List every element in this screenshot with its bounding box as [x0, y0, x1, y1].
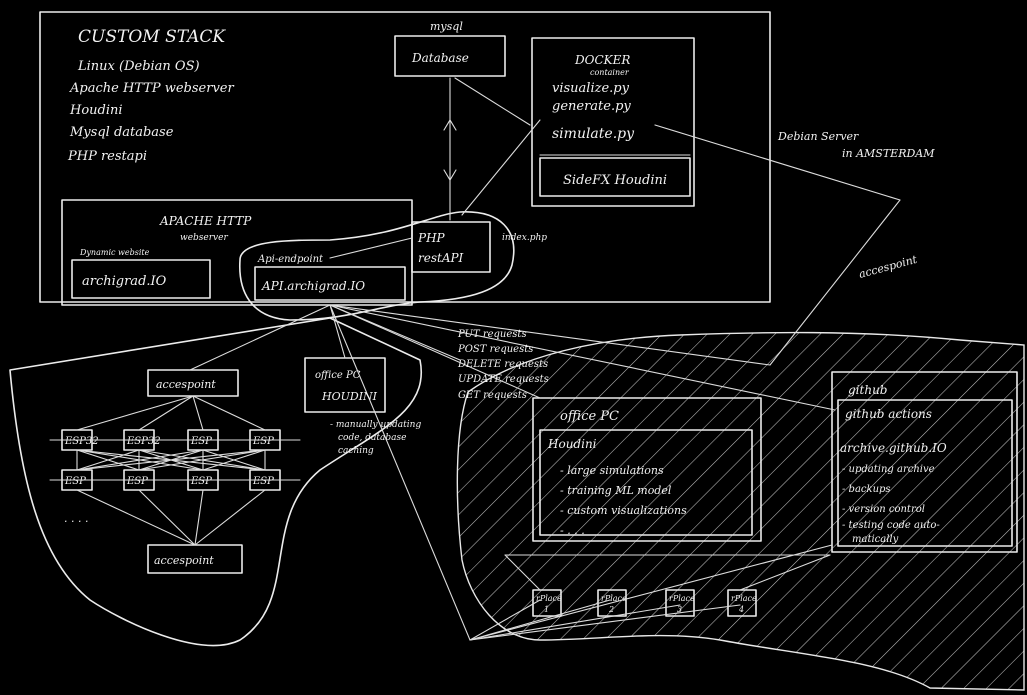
github-item-2: - backups	[842, 484, 891, 495]
website-caption: Dynamic website	[79, 248, 150, 257]
stack-texts: CUSTOM STACK Linux (Debian OS) Apache HT…	[67, 27, 234, 164]
apache-title: APACHE HTTP	[159, 214, 252, 228]
request-delete: DELETE requests	[457, 359, 548, 370]
esp-node-label: ESP	[190, 476, 212, 487]
stack-item-2: Apache HTTP webserver	[69, 81, 234, 96]
office-small-note-3: caching	[338, 446, 374, 456]
office-small-line1: office PC	[315, 370, 361, 381]
apache-subtitle: webserver	[180, 233, 228, 243]
office-small-line2: HOUDINI	[321, 390, 378, 403]
docker-title: DOCKER	[574, 53, 630, 67]
office-big-task-3: - custom visualizations	[560, 504, 687, 517]
accesspoint-bottom-label: accespoint	[154, 554, 214, 567]
esp-node-label: ESP	[126, 476, 148, 487]
rplace-node-label: rPlace	[536, 594, 562, 603]
docker-file-3: simulate.py	[552, 126, 635, 142]
request-put: PUT requests	[457, 329, 527, 340]
office-big-task-1: - large simulations	[560, 464, 664, 477]
office-big-task-4: - . . .	[560, 524, 585, 537]
github-item-3: - version control	[842, 504, 925, 515]
esp-node-label: ESP	[64, 476, 86, 487]
request-update: UPDATE requests	[458, 374, 549, 385]
server-label-2: in AMSTERDAM	[842, 147, 935, 160]
php-file: index.php	[502, 233, 547, 243]
github-item-5: matically	[852, 534, 899, 545]
request-get: GET requests	[458, 390, 527, 401]
website-label: archigrad.IO	[82, 274, 167, 289]
github-item-1: - updating archive	[842, 464, 935, 475]
docker-file-1: visualize.py	[552, 81, 630, 96]
php-label-2: restAPI	[418, 251, 464, 265]
github-actions: github actions	[845, 407, 932, 421]
office-big-houdini: Houdini	[547, 437, 597, 451]
office-small-note-2: code, database	[338, 433, 406, 443]
esp-node-label: ESP32	[126, 436, 161, 447]
api-lasso	[239, 211, 515, 321]
custom-stack-frame	[39, 11, 771, 303]
request-post: POST requests	[457, 344, 533, 355]
stack-item-1: Linux (Debian OS)	[77, 59, 200, 74]
stack-title: CUSTOM STACK	[78, 27, 226, 47]
server-accesspoint: accespoint	[857, 253, 919, 281]
stack-item-3: Houdini	[69, 103, 123, 118]
rplace-node-number: 4	[738, 605, 744, 614]
hatched-region	[456, 331, 1025, 691]
esp-node-label: ESP	[252, 476, 274, 487]
docker-subtitle: container	[590, 68, 630, 77]
accesspoint-top-label: accespoint	[156, 378, 216, 391]
office-big-title: office PC	[560, 409, 619, 424]
office-small-note-1: - manually updating	[330, 420, 421, 430]
rplace-node-number: 1	[544, 605, 549, 614]
github-item-4: - testing code auto-	[842, 520, 940, 531]
rplace-node-label: rPlace	[669, 594, 695, 603]
mysql-label: mysql	[430, 20, 463, 33]
sidefx-label: SideFX Houdini	[563, 173, 667, 188]
esp-node-label: ESP	[190, 436, 212, 447]
office-small-box	[304, 357, 386, 413]
php-label-1: PHP	[417, 231, 446, 245]
docker-file-2: generate.py	[552, 99, 631, 114]
stack-item-4: Mysql database	[69, 125, 174, 140]
esp-node-label: ESP	[252, 436, 274, 447]
office-big-task-2: - training ML model	[560, 484, 672, 497]
api-label: API.archigrad.IO	[261, 279, 365, 293]
rplace-node-number: 2	[608, 605, 614, 614]
esp-more: . . . .	[64, 512, 88, 525]
server-label-1: Debian Server	[777, 130, 859, 143]
stack-item-5: PHP restapi	[67, 149, 147, 164]
esp-node-label: ESP32	[64, 436, 99, 447]
api-caption: Api-endpoint	[257, 254, 324, 265]
github-site: archive.github.IO	[840, 441, 947, 455]
architecture-sketch: ESP32 ESP32 ESP ESP ESP ESP ESP ESP rPlace 1 rPla…	[9, 11, 1025, 691]
github-title: github	[848, 383, 887, 397]
rplace-node-label: rPlace	[731, 594, 757, 603]
database-label: Database	[411, 51, 469, 65]
